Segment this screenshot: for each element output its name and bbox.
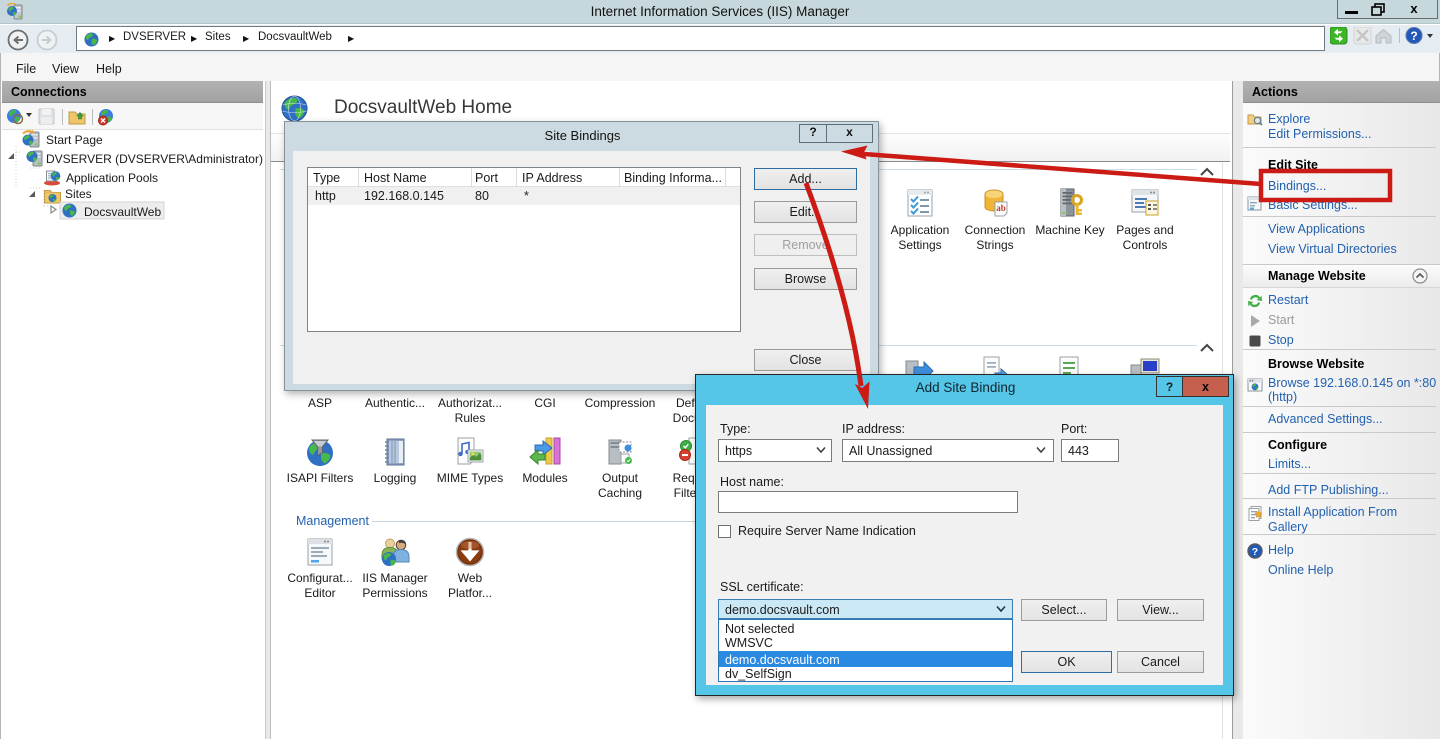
svg-text:?: ?	[1252, 546, 1258, 558]
svg-text:ab: ab	[996, 203, 1006, 213]
svg-text:?: ?	[1410, 29, 1417, 43]
